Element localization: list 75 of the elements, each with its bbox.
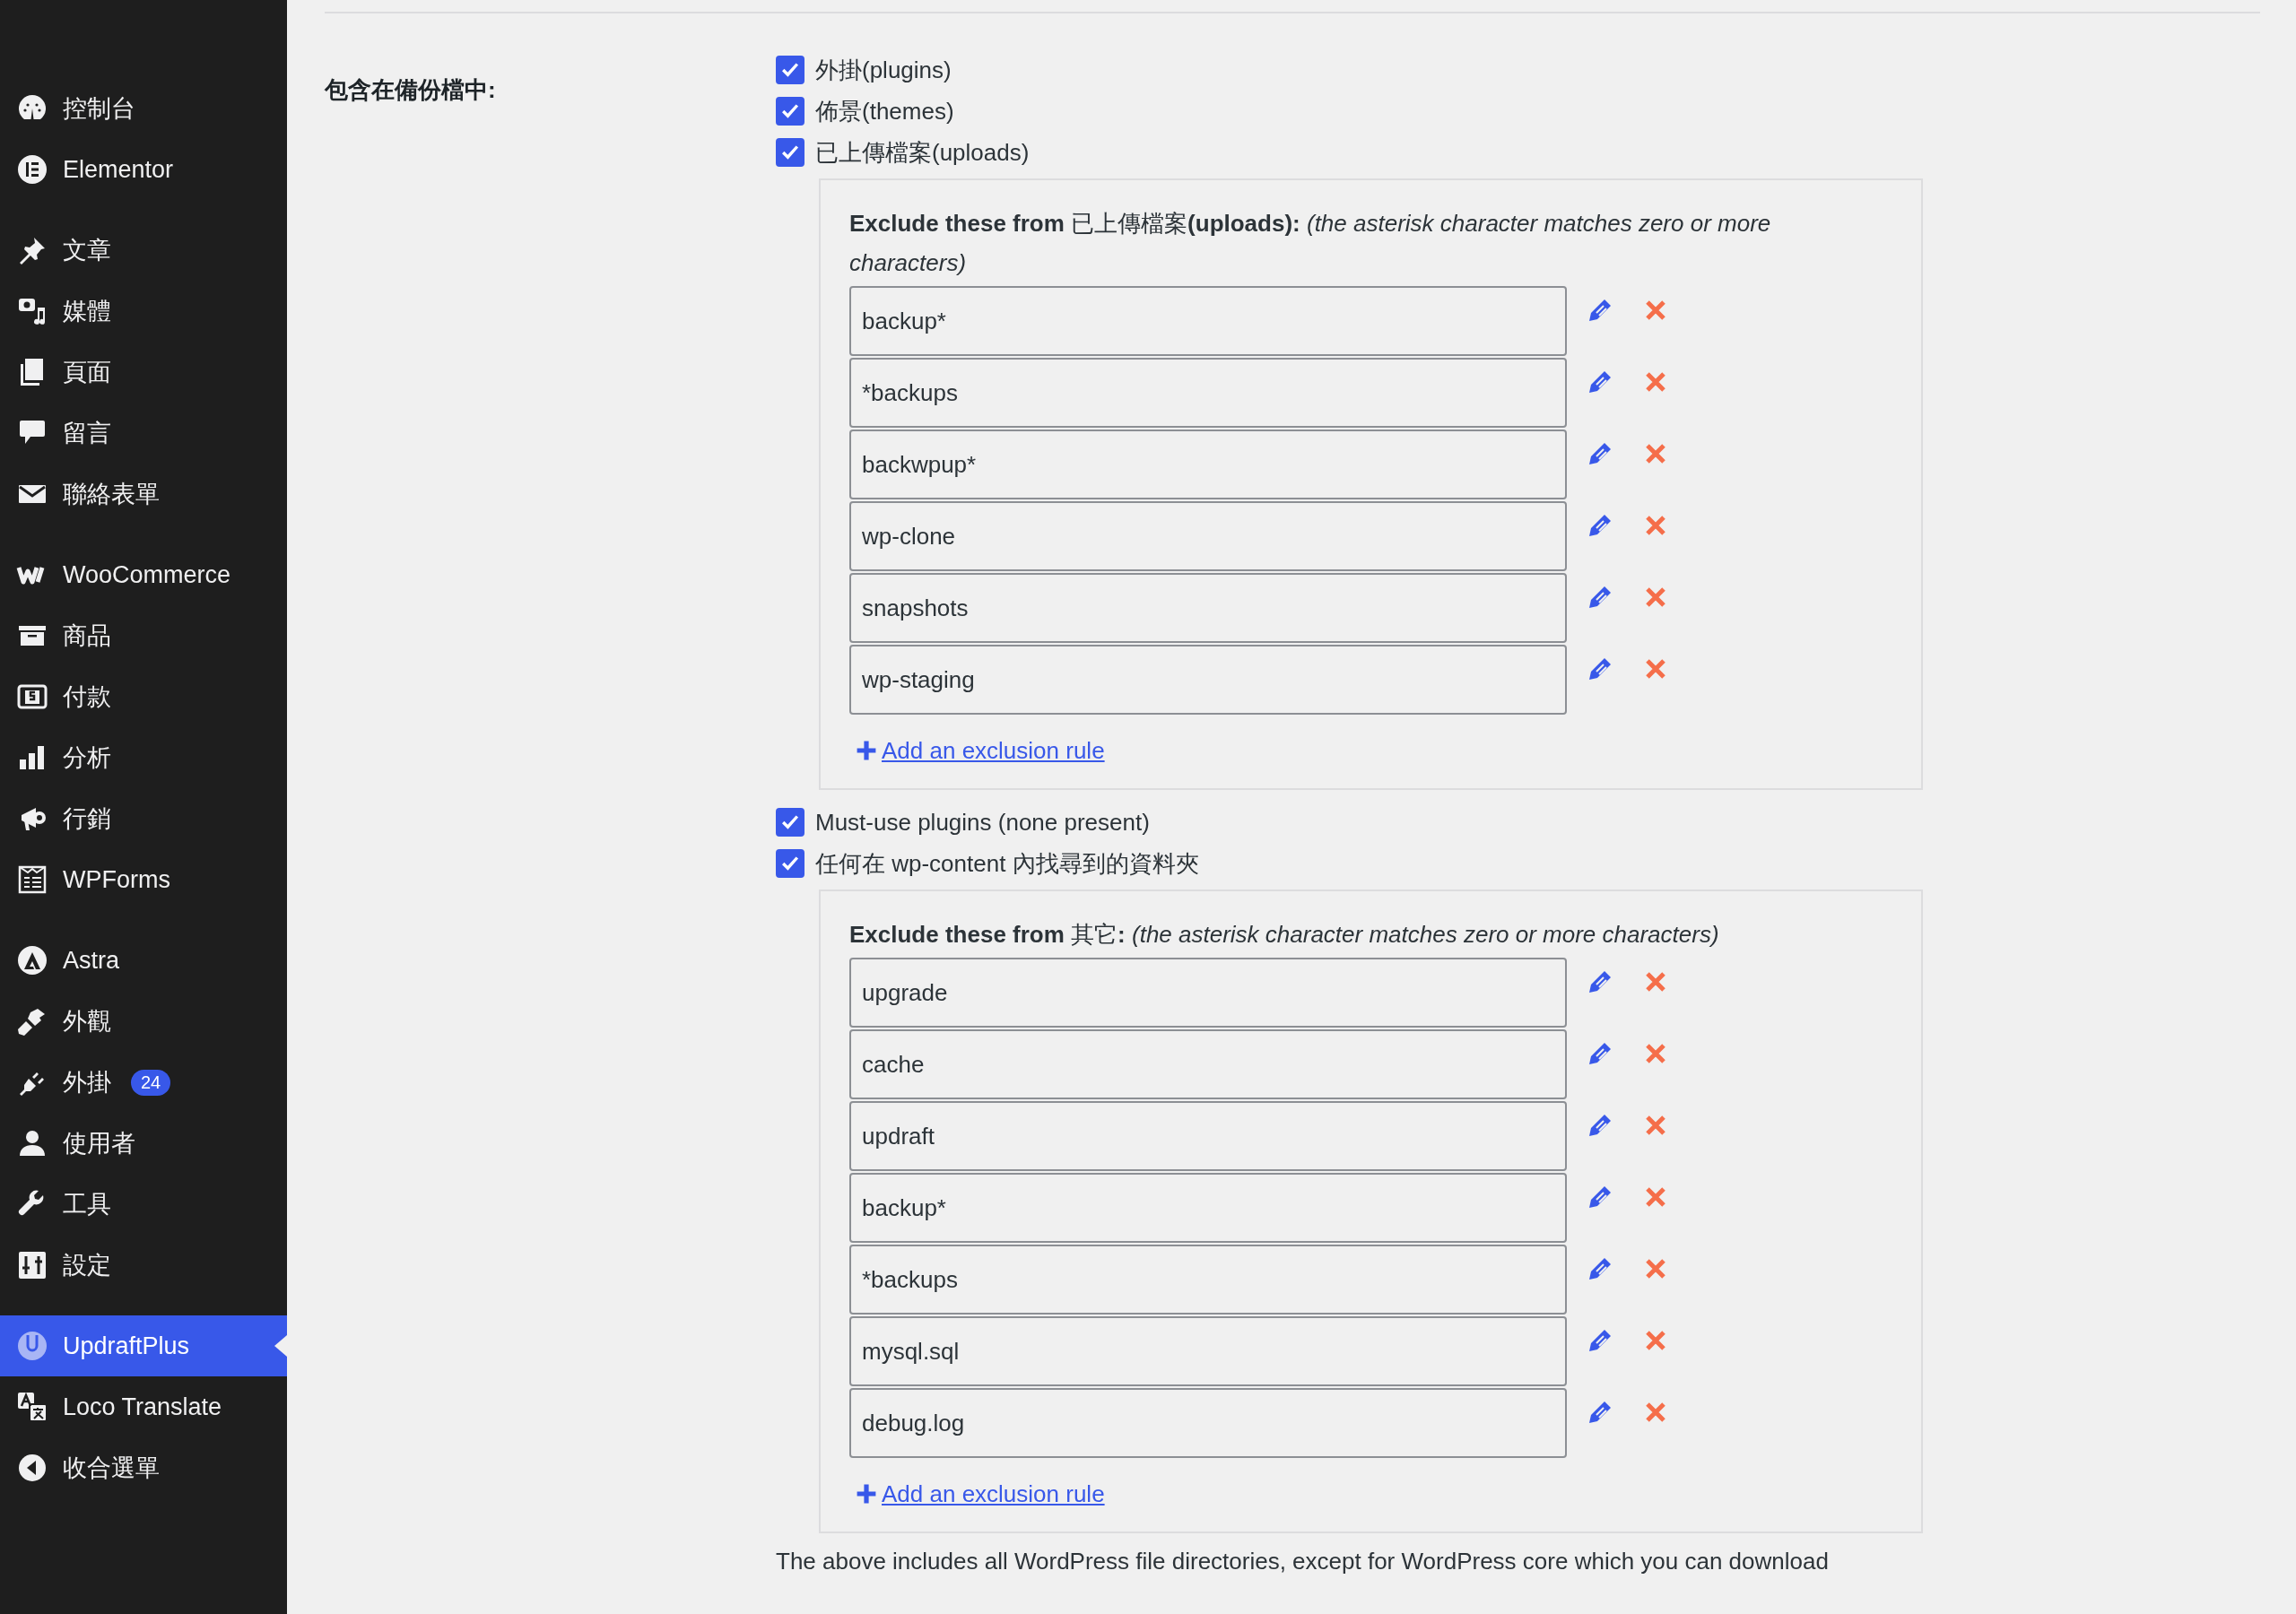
- pencil-icon[interactable]: [1587, 1040, 1613, 1067]
- sidebar-item[interactable]: Astra: [0, 930, 287, 991]
- sidebar-item[interactable]: 使用者: [0, 1113, 287, 1174]
- input-field[interactable]: snapshots: [849, 573, 1567, 643]
- plus-icon[interactable]: [855, 1482, 878, 1506]
- input-field[interactable]: backup*: [849, 286, 1567, 356]
- pencil-icon[interactable]: [1587, 297, 1613, 324]
- input-field[interactable]: debug.log: [849, 1388, 1567, 1458]
- sidebar-item[interactable]: 頁面: [0, 342, 287, 403]
- pencil-icon[interactable]: [1587, 1112, 1613, 1139]
- input-field[interactable]: backup*: [849, 1173, 1567, 1243]
- checkbox[interactable]: [776, 97, 804, 126]
- sidebar-item[interactable]: 留言: [0, 403, 287, 464]
- sidebar-item[interactable]: 設定: [0, 1235, 287, 1296]
- pencil-icon[interactable]: [1587, 1327, 1613, 1354]
- sidebar-item[interactable]: 外掛 24: [0, 1052, 287, 1113]
- logo-icon: [16, 1330, 48, 1362]
- pencil-icon[interactable]: [1587, 512, 1613, 539]
- sidebar-item[interactable]: UpdraftPlus: [0, 1315, 287, 1376]
- sidebar-item[interactable]: Elementor: [0, 139, 287, 200]
- checkbox[interactable]: [776, 849, 804, 878]
- logo-icon: [16, 153, 48, 186]
- sidebar-item[interactable]: 文章: [0, 220, 287, 281]
- pencil-icon[interactable]: [1587, 440, 1613, 467]
- sidebar-item[interactable]: 控制台: [0, 78, 287, 139]
- form-icon: [16, 863, 48, 896]
- exclusion-heading: Exclude these from 其它: (the asterisk character matches zero or more characters): [849, 920, 1720, 950]
- pencil-icon[interactable]: [1587, 1184, 1613, 1210]
- description-text: The above includes all WordPress file directories, except for WordPress core which you can download: [776, 1548, 1830, 1575]
- sidebar-item[interactable]: 商品: [0, 605, 287, 666]
- sidebar-item[interactable]: 行銷: [0, 788, 287, 849]
- input-field[interactable]: wp-staging: [849, 645, 1567, 715]
- sidebar-item[interactable]: Loco Translate: [0, 1376, 287, 1437]
- pencil-icon[interactable]: [1587, 1399, 1613, 1426]
- sidebar-item[interactable]: 分析: [0, 727, 287, 788]
- sidebar-item[interactable]: 工具: [0, 1174, 287, 1235]
- sliders-icon: [16, 1249, 48, 1281]
- logo-icon: [16, 944, 48, 976]
- sidebar-item[interactable]: 付款: [0, 666, 287, 727]
- checkbox-label: 已上傳檔案(uploads): [815, 137, 1030, 168]
- translate-icon: [16, 1391, 48, 1423]
- input-field[interactable]: upgrade: [849, 958, 1567, 1028]
- plus-icon[interactable]: [855, 739, 878, 762]
- checkbox[interactable]: [776, 138, 804, 167]
- pencil-icon[interactable]: [1587, 968, 1613, 995]
- add-rule-link[interactable]: Add an exclusion rule: [882, 1480, 1105, 1508]
- checkbox-label: 佈景(themes): [815, 96, 954, 126]
- section-label: 包含在備份檔中:: [325, 75, 497, 105]
- input-field[interactable]: backwpup*: [849, 430, 1567, 499]
- input-field[interactable]: *backups: [849, 358, 1567, 428]
- sidebar-item[interactable]: 外觀: [0, 991, 287, 1052]
- input-field[interactable]: updraft: [849, 1101, 1567, 1171]
- add-rule-link[interactable]: Add an exclusion rule: [882, 736, 1105, 765]
- input-field[interactable]: mysql.sql: [849, 1316, 1567, 1386]
- input-field[interactable]: cache: [849, 1029, 1567, 1099]
- checkbox-label: Must-use plugins (none present): [815, 808, 1150, 837]
- checkbox[interactable]: [776, 808, 804, 837]
- sidebar-item[interactable]: WooCommerce: [0, 544, 287, 605]
- checkbox-label: 任何在 wp-content 內找尋到的資料夾: [815, 848, 1199, 879]
- count-badge: 24: [131, 1069, 171, 1096]
- sidebar-item[interactable]: 收合選單: [0, 1437, 287, 1498]
- sidebar-item[interactable]: 媒體: [0, 281, 287, 342]
- exclusion-heading: Exclude these from 已上傳檔案(uploads): (the asterisk character matches zero or more characters): [849, 209, 1772, 278]
- sidebar-item[interactable]: 聯絡表單: [0, 464, 287, 525]
- pencil-icon[interactable]: [1587, 655, 1613, 682]
- input-field[interactable]: wp-clone: [849, 501, 1567, 571]
- collapse-icon: [16, 1452, 48, 1484]
- pencil-icon[interactable]: [1587, 584, 1613, 611]
- checkbox-label: 外掛(plugins): [815, 55, 952, 85]
- input-field[interactable]: *backups: [849, 1245, 1567, 1315]
- active-pointer: [274, 1335, 287, 1357]
- checkbox[interactable]: [776, 56, 804, 84]
- pencil-icon[interactable]: [1587, 369, 1613, 395]
- pencil-icon[interactable]: [1587, 1255, 1613, 1282]
- sidebar-item[interactable]: WPForms: [0, 849, 287, 910]
